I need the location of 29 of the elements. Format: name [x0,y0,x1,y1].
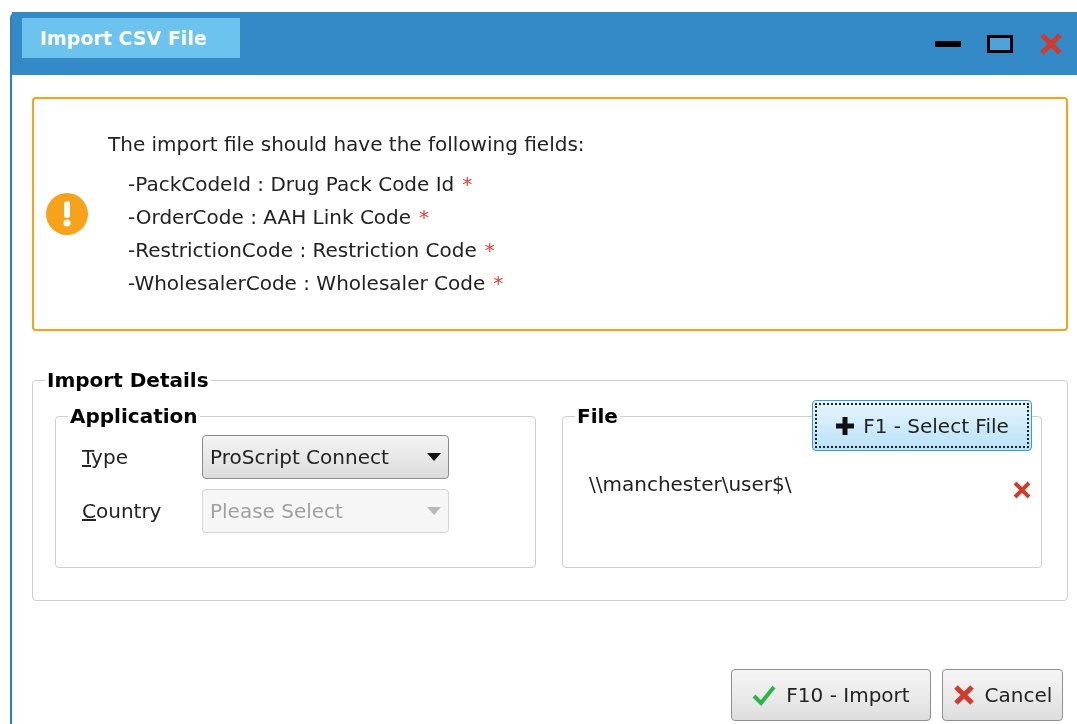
import-button[interactable]: F10 - Import [731,669,931,721]
required-marker: * [493,270,504,297]
minimize-icon[interactable] [935,40,961,47]
select-file-button[interactable]: F1 - Select File [812,400,1032,451]
group-title: Application [69,403,199,430]
plus-icon [835,415,856,436]
warning-icon [46,193,88,235]
dropdown[interactable]: ProScript Connect [202,435,449,479]
file-path: \\manchester\user$\ [589,471,792,498]
group-title: Import Details [46,367,210,394]
field-label: Type [82,444,129,471]
window-title: Import CSV File [22,18,240,58]
maximize-icon[interactable] [987,34,1013,53]
required-marker: * [419,204,430,231]
field-label: Country [82,498,163,525]
check-icon [752,684,777,706]
cancel-button[interactable]: Cancel [942,669,1063,721]
field-description: -OrderCode : AAH Link Code [128,204,412,231]
notice-heading: The import file should have the following fields: [108,131,585,158]
caret-icon [427,507,441,515]
field-description: -WholesalerCode : Wholesaler Code [128,270,486,297]
required-marker: * [484,237,495,264]
field-description: -PackCodeId : Drug Pack Code Id [128,171,455,198]
close-icon [952,684,975,706]
caret-icon [427,453,441,461]
field-description: -RestrictionCode : Restriction Code [128,237,477,264]
required-marker: * [462,171,473,198]
group-title: File [576,403,619,430]
remove-icon[interactable] [1011,479,1033,501]
